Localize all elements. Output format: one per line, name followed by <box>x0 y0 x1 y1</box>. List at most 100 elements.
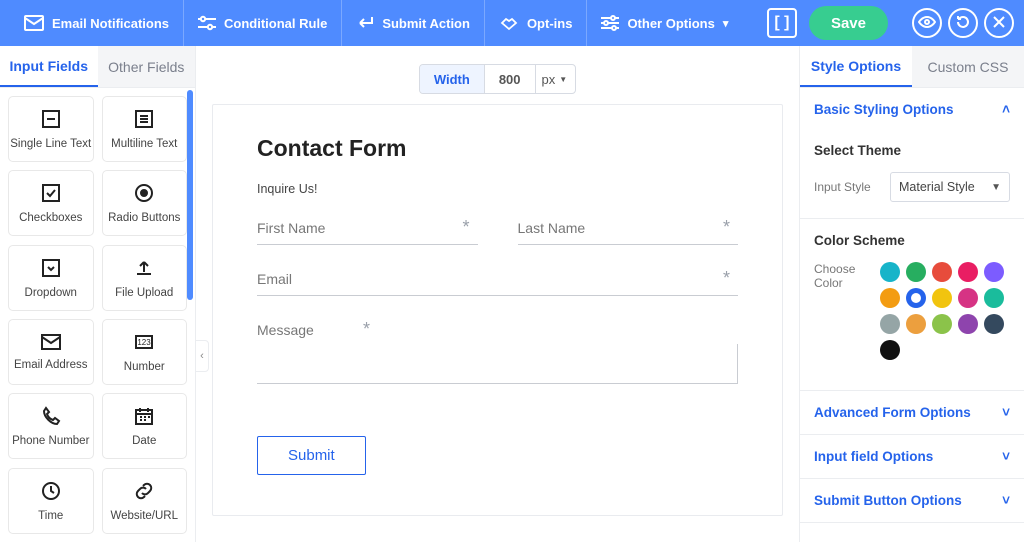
input-style-select[interactable]: Material Style ▼ <box>890 172 1010 202</box>
field-tile-multiline-text[interactable]: Multiline Text <box>102 96 188 162</box>
field-tile-single-line-text[interactable]: Single Line Text <box>8 96 94 162</box>
field-tile-date[interactable]: Date <box>102 393 188 459</box>
color-swatch[interactable] <box>932 262 952 282</box>
minus-box-icon <box>40 108 62 133</box>
acc-basic-styling[interactable]: Basic Styling Options ˄ <box>800 88 1024 131</box>
choose-color-label: Choose Color <box>814 262 870 290</box>
tab-custom-css[interactable]: Custom CSS <box>912 46 1024 87</box>
tab-other-fields[interactable]: Other Fields <box>98 46 196 87</box>
eye-icon <box>918 16 936 31</box>
color-swatch[interactable] <box>958 262 978 282</box>
acc-submit-button[interactable]: Submit Button Options ˅ <box>800 479 1024 522</box>
color-swatch[interactable] <box>880 314 900 334</box>
field-tile-email-address[interactable]: Email Address <box>8 319 94 385</box>
tile-label: Single Line Text <box>10 138 91 150</box>
color-swatch[interactable] <box>906 262 926 282</box>
tb-label: Opt-ins <box>527 16 573 31</box>
close-icon <box>992 15 1006 32</box>
tab-style-options[interactable]: Style Options <box>800 46 912 87</box>
phone-icon <box>40 405 62 430</box>
tile-label: Multiline Text <box>111 138 177 150</box>
tb-conditional-rule[interactable]: Conditional Rule <box>184 0 342 46</box>
tb-label: Conditional Rule <box>224 16 327 31</box>
tb-submit-action[interactable]: Submit Action <box>342 0 485 46</box>
chevron-down-icon: ˅ <box>1002 493 1010 508</box>
close-button[interactable] <box>984 8 1014 38</box>
color-swatches <box>880 262 1010 360</box>
shortcode-button[interactable]: [ ] <box>767 8 797 38</box>
width-unit[interactable]: px▼ <box>535 65 576 93</box>
color-swatch[interactable] <box>880 288 900 308</box>
acc-title: Input field Options <box>814 449 933 464</box>
tab-input-fields[interactable]: Input Fields <box>0 46 98 87</box>
section-select-theme: Select Theme <box>814 143 1010 158</box>
acc-title: Advanced Form Options <box>814 405 971 420</box>
lines-box-icon <box>133 108 155 133</box>
tb-label: Email Notifications <box>52 16 169 31</box>
chevron-up-icon: ˄ <box>1002 102 1010 117</box>
required-icon: * <box>363 319 370 340</box>
field-tile-dropdown[interactable]: Dropdown <box>8 245 94 311</box>
tb-email-notifications[interactable]: Email Notifications <box>10 0 184 46</box>
caret-down-icon: ▼ <box>991 182 1001 193</box>
chevron-down-icon: ˅ <box>1002 449 1010 464</box>
color-swatch[interactable] <box>880 262 900 282</box>
form-subtitle[interactable]: Inquire Us! <box>257 182 738 196</box>
select-value: Material Style <box>899 180 975 194</box>
field-first-name[interactable]: First Name * <box>257 220 478 245</box>
redo-icon <box>955 14 971 33</box>
acc-input-field[interactable]: Input field Options ˅ <box>800 435 1024 478</box>
color-swatch[interactable] <box>958 314 978 334</box>
color-swatch[interactable] <box>906 288 926 308</box>
color-swatch[interactable] <box>984 314 1004 334</box>
right-panel: Style Options Custom CSS Basic Styling O… <box>799 46 1024 542</box>
width-label: Width <box>420 65 485 93</box>
field-message[interactable]: Message * <box>257 322 738 384</box>
clock-icon <box>40 480 62 505</box>
tile-label: Dropdown <box>25 287 77 299</box>
caret-down-icon: ▼ <box>559 75 567 84</box>
field-tile-checkboxes[interactable]: Checkboxes <box>8 170 94 236</box>
color-swatch[interactable] <box>984 288 1004 308</box>
acc-title: Basic Styling Options <box>814 102 954 117</box>
field-grid[interactable]: Single Line Text Multiline Text Checkboxes… <box>0 88 195 542</box>
field-tile-number[interactable]: 123Number <box>102 319 188 385</box>
width-value[interactable]: 800 <box>485 72 535 87</box>
field-last-name[interactable]: Last Name * <box>518 220 739 245</box>
tile-label: Radio Buttons <box>108 212 180 224</box>
tb-optins[interactable]: Opt-ins <box>485 0 588 46</box>
color-swatch[interactable] <box>958 288 978 308</box>
preview-button[interactable] <box>912 8 942 38</box>
field-tile-radio-buttons[interactable]: Radio Buttons <box>102 170 188 236</box>
color-swatch[interactable] <box>984 262 1004 282</box>
tile-label: Time <box>38 510 63 522</box>
tb-label: Other Options <box>627 16 714 31</box>
return-icon <box>356 15 374 31</box>
tile-label: Checkboxes <box>19 212 82 224</box>
acc-advanced-form[interactable]: Advanced Form Options ˅ <box>800 391 1024 434</box>
submit-button[interactable]: Submit <box>257 436 366 475</box>
color-swatch[interactable] <box>932 288 952 308</box>
width-control[interactable]: Width 800 px▼ <box>419 64 576 94</box>
collapse-left-handle[interactable]: ‹ <box>195 340 209 372</box>
color-swatch[interactable] <box>932 314 952 334</box>
upload-icon <box>133 257 155 282</box>
tb-other-options[interactable]: Other Options ▾ <box>587 0 742 46</box>
field-tile-website-url[interactable]: Website/URL <box>102 468 188 534</box>
color-swatch[interactable] <box>906 314 926 334</box>
link-icon <box>133 480 155 505</box>
form-title[interactable]: Contact Form <box>257 135 738 162</box>
chevron-down-icon: ˅ <box>1002 405 1010 420</box>
tile-label: Website/URL <box>110 510 178 522</box>
field-email[interactable]: Email * <box>257 271 738 296</box>
redo-button[interactable] <box>948 8 978 38</box>
field-tile-file-upload[interactable]: File Upload <box>102 245 188 311</box>
color-swatch[interactable] <box>880 340 900 360</box>
required-icon: * <box>723 268 730 289</box>
form-canvas[interactable]: Contact Form Inquire Us! First Name * La… <box>212 104 783 516</box>
field-tile-time[interactable]: Time <box>8 468 94 534</box>
calendar-icon <box>133 405 155 430</box>
handshake-icon <box>499 14 519 32</box>
field-tile-phone-number[interactable]: Phone Number <box>8 393 94 459</box>
save-button[interactable]: Save <box>809 6 888 40</box>
